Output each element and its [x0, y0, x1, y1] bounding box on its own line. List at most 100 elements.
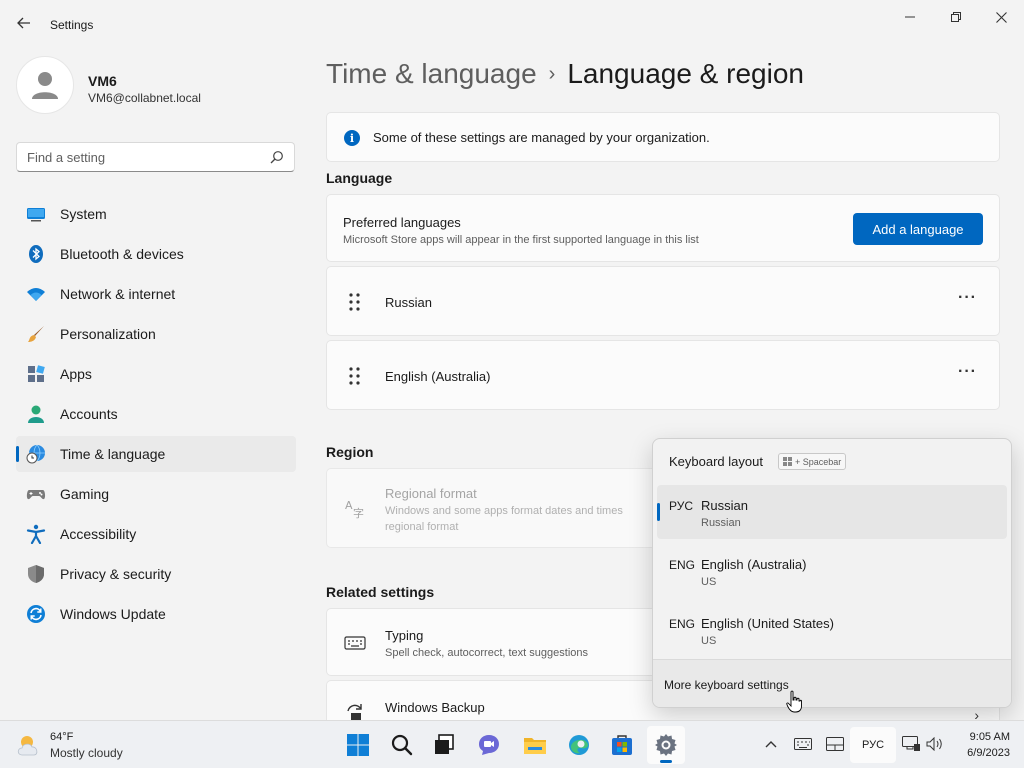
drag-handle-icon[interactable] [347, 292, 363, 312]
sidebar-item-accounts[interactable]: Accounts [16, 396, 296, 432]
sidebar-item-privacy[interactable]: Privacy & security [16, 556, 296, 592]
add-language-button[interactable]: Add a language [853, 213, 983, 245]
network-status-button[interactable] [900, 733, 922, 755]
flyout-title: Keyboard layout [669, 454, 763, 469]
regional-format-icon: A字 [345, 499, 364, 519]
more-keyboard-settings-label: More keyboard settings [664, 678, 789, 692]
more-options-icon[interactable]: ··· [958, 363, 977, 381]
sidebar-item-gaming[interactable]: Gaming [16, 476, 296, 512]
microsoft-store-button[interactable] [603, 726, 641, 764]
wifi-icon [27, 288, 45, 301]
svg-text:字: 字 [353, 506, 364, 519]
sidebar-item-windows-update[interactable]: Windows Update [16, 596, 296, 632]
keyboard-layout-item-english-australia[interactable]: ENG English (Australia) US [657, 544, 1007, 598]
user-profile[interactable]: VM6 VM6@collabnet.local [16, 56, 296, 116]
section-title-region: Region [326, 444, 374, 460]
search-icon[interactable] [270, 150, 284, 164]
more-keyboard-settings-link[interactable]: More keyboard settings [653, 659, 1011, 707]
shield-icon [28, 565, 44, 583]
regional-format-title: Regional format [385, 486, 477, 501]
bluetooth-icon [29, 245, 43, 263]
section-title-related: Related settings [326, 584, 435, 600]
cloud-sun-icon [17, 736, 38, 756]
breadcrumb: Time & language › Language & region [326, 58, 804, 90]
handwriting-panel-icon [826, 737, 844, 751]
sidebar-item-personalization[interactable]: Personalization [16, 316, 296, 352]
task-view-icon [435, 734, 454, 754]
layout-name: Russian [701, 498, 748, 513]
info-banner-text: Some of these settings are managed by yo… [373, 130, 710, 145]
app-title: Settings [50, 18, 94, 32]
layout-sub: US [701, 635, 717, 647]
sidebar-nav: System Bluetooth & devices Network & int… [16, 196, 296, 636]
preferred-languages-subtitle: Microsoft Store apps will appear in the … [343, 234, 699, 246]
minimize-icon [905, 16, 915, 18]
settings-app-button[interactable] [647, 726, 685, 764]
language-name: English (Australia) [385, 369, 491, 384]
shortcut-hint-text: + Spacebar [795, 456, 842, 467]
search-input[interactable] [27, 149, 262, 165]
globe-clock-icon [26, 444, 45, 464]
keyboard-layout-item-english-us[interactable]: ENG English (United States) US [657, 603, 1007, 657]
edge-icon [569, 735, 589, 755]
volume-button[interactable] [924, 733, 946, 755]
task-view-button[interactable] [425, 726, 463, 764]
typing-subtitle: Spell check, autocorrect, text suggestio… [385, 647, 588, 659]
regional-format-subtitle-2: regional format [385, 521, 459, 533]
preferred-languages-title: Preferred languages [343, 215, 461, 230]
accounts-icon [28, 405, 44, 423]
touch-keyboard-button[interactable] [792, 733, 814, 755]
profile-email: VM6@collabnet.local [88, 91, 201, 105]
clock[interactable]: 9:05 AM 6/9/2023 [967, 729, 1010, 761]
layout-code: РУС [669, 499, 694, 513]
gamepad-icon [26, 490, 46, 500]
windows-logo-icon [347, 734, 369, 756]
file-explorer-button[interactable] [516, 726, 554, 764]
section-title-language: Language [326, 170, 393, 186]
hand-cursor-icon [786, 690, 802, 713]
layout-sub: US [701, 576, 717, 588]
sidebar-item-apps[interactable]: Apps [16, 356, 296, 392]
shortcut-hint: + Spacebar [778, 453, 847, 470]
sidebar-item-label: System [60, 206, 107, 222]
more-options-icon[interactable]: ··· [958, 289, 977, 307]
edge-browser-button[interactable] [560, 726, 598, 764]
input-panel-button[interactable] [824, 733, 846, 755]
sidebar-item-label: Time & language [60, 446, 166, 462]
title-bar: Settings [0, 0, 1024, 48]
drag-handle-icon[interactable] [347, 366, 363, 386]
chat-app-button[interactable] [470, 726, 508, 764]
managed-info-banner: i Some of these settings are managed by … [326, 112, 1000, 162]
weather-temperature: 64°F [50, 731, 74, 743]
keyboard-layout-item-russian[interactable]: РУС Russian Russian [657, 485, 1007, 539]
start-button[interactable] [339, 726, 377, 764]
sidebar-item-accessibility[interactable]: Accessibility [16, 516, 296, 552]
page-title: Language & region [567, 58, 804, 89]
sidebar-item-bluetooth[interactable]: Bluetooth & devices [16, 236, 296, 272]
sidebar-item-system[interactable]: System [16, 196, 296, 232]
clock-time: 9:05 AM [969, 731, 1010, 743]
sidebar-item-network[interactable]: Network & internet [16, 276, 296, 312]
minimize-button[interactable] [887, 6, 933, 28]
back-button[interactable] [12, 10, 36, 36]
restore-button[interactable] [933, 6, 979, 28]
input-language-indicator[interactable]: РУС [850, 727, 896, 763]
folder-icon [524, 738, 546, 754]
sidebar-item-time-language[interactable]: Time & language [16, 436, 296, 472]
keyboard-layout-flyout: Keyboard layout + Spacebar РУС Russian R… [652, 438, 1012, 708]
language-row-english-australia[interactable]: English (Australia) ··· [326, 340, 1000, 410]
sidebar-item-label: Accounts [60, 406, 118, 422]
breadcrumb-parent[interactable]: Time & language [326, 58, 537, 89]
sidebar-item-label: Accessibility [60, 526, 137, 542]
search-box[interactable] [16, 142, 295, 172]
taskbar-search-button[interactable] [383, 726, 421, 764]
layout-code: ENG [669, 617, 696, 631]
language-row-russian[interactable]: Russian ··· [326, 266, 1000, 336]
gear-icon [655, 734, 677, 756]
chevron-up-icon [765, 741, 777, 748]
windows-key-icon [783, 457, 792, 466]
close-button[interactable] [978, 6, 1024, 28]
sidebar-item-label: Network & internet [60, 286, 176, 302]
show-hidden-icons-button[interactable] [760, 733, 782, 755]
weather-condition: Mostly cloudy [50, 746, 123, 760]
